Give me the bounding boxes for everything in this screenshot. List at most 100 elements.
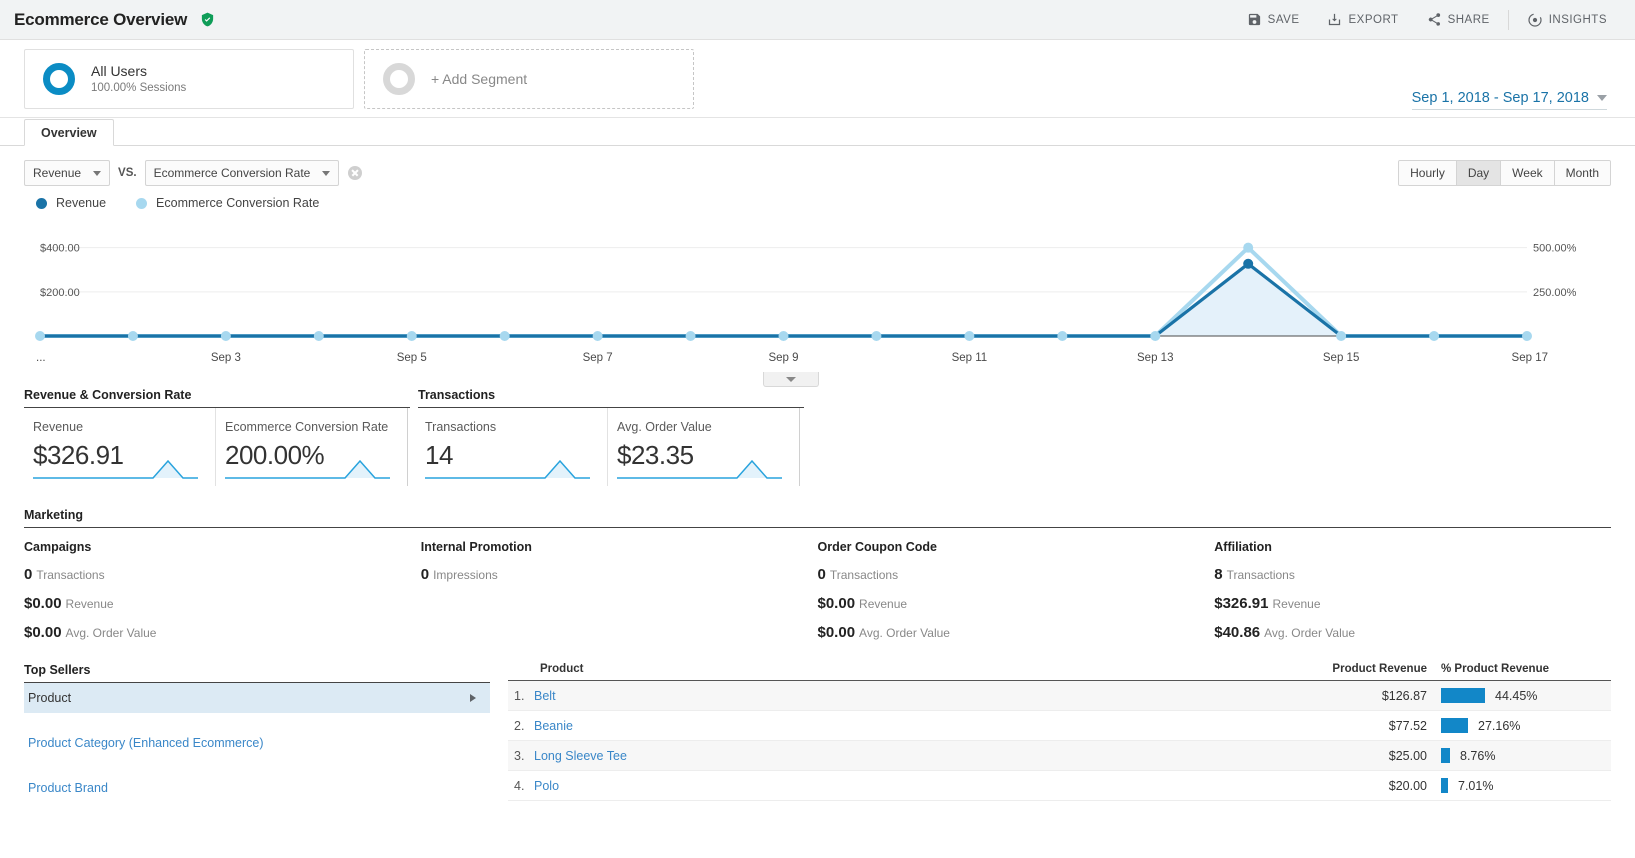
product-name-link[interactable]: Belt <box>534 689 1301 703</box>
table-row: 4. Polo $20.00 7.01% <box>508 771 1611 801</box>
row-index: 2. <box>514 718 525 733</box>
pct-value: 7.01% <box>1458 778 1494 793</box>
sparkline <box>225 459 390 479</box>
legend-item-revenue[interactable]: Revenue <box>36 196 106 210</box>
date-range-picker[interactable]: Sep 1, 2018 - Sep 17, 2018 <box>1411 90 1607 110</box>
top-header-bar: Ecommerce Overview SAVE EXPORT SHARE INS… <box>0 0 1635 40</box>
product-name-link[interactable]: Polo <box>534 779 1301 793</box>
marketing-grid: Campaigns 0 Transactions $0.00 Revenue $0.… <box>24 540 1611 641</box>
product-revenue: $126.87 <box>1381 688 1427 703</box>
svg-text:...: ... <box>36 352 46 364</box>
top-sellers-title: Top Sellers <box>24 663 490 683</box>
kpi-cards-row: Revenue $326.91 Ecommerce Conversion Rat… <box>0 408 1635 486</box>
marketing-section: Marketing Campaigns 0 Transactions $0.00 R… <box>0 508 1635 641</box>
legend-label-conversion-rate: Ecommerce Conversion Rate <box>156 196 320 210</box>
metric-a-dropdown[interactable]: Revenue <box>24 160 111 186</box>
svg-text:Sep 13: Sep 13 <box>1137 352 1173 364</box>
svg-text:Sep 17: Sep 17 <box>1512 352 1548 364</box>
kpi-card-transactions: Transactions 14 <box>416 408 608 486</box>
granularity-month[interactable]: Month <box>1554 161 1610 185</box>
pct-product-revenue: 8.76% <box>1441 748 1611 763</box>
header-actions: SAVE EXPORT SHARE INSIGHTS <box>1233 0 1621 40</box>
product-revenue: $25.00 <box>1388 748 1427 763</box>
legend-dot-icon <box>136 197 148 209</box>
marketing-col-title: Order Coupon Code <box>817 540 937 554</box>
sparkline <box>33 459 198 479</box>
top-sellers-item-label: Product Category (Enhanced Ecommerce) <box>28 736 264 750</box>
marketing-metric-value: $326.91 <box>1214 595 1269 612</box>
share-button[interactable]: SHARE <box>1413 0 1504 40</box>
kpi-section-titles: Revenue & Conversion Rate Transactions <box>0 388 1635 408</box>
granularity-hourly[interactable]: Hourly <box>1399 161 1457 185</box>
pct-product-revenue: 7.01% <box>1441 778 1611 793</box>
marketing-metric: $0.00 Revenue <box>24 595 421 612</box>
granularity-week[interactable]: Week <box>1501 161 1555 185</box>
segment-donut-icon <box>43 62 75 95</box>
product-name-link[interactable]: Beanie <box>534 719 1301 733</box>
header-divider <box>1507 9 1509 30</box>
svg-text:Sep 7: Sep 7 <box>583 352 613 364</box>
svg-text:Sep 5: Sep 5 <box>397 352 427 364</box>
column-header-pct-product-revenue[interactable]: % Product Revenue <box>1441 663 1611 675</box>
top-sellers-panel: Top Sellers Product Product Category (En… <box>24 663 490 803</box>
kpi-label: Ecommerce Conversion Rate <box>225 420 389 434</box>
top-sellers-item-label: Product <box>28 691 72 705</box>
add-segment-button[interactable]: + Add Segment <box>364 48 694 109</box>
granularity-selector: Hourly Day Week Month <box>1398 160 1611 186</box>
marketing-metric-label: Avg. Order Value <box>65 626 157 640</box>
top-sellers-item-product[interactable]: Product <box>24 683 490 713</box>
marketing-col-title: Campaigns <box>24 540 92 554</box>
marketing-col-title: Internal Promotion <box>420 540 532 554</box>
timeseries-chart[interactable]: $400.00 $200.00 500.00% 250.00%... Sep 3 Sep … <box>0 216 1635 387</box>
page-title-text: Ecommerce Overview <box>14 9 188 29</box>
section-title-marketing: Marketing <box>24 508 1611 528</box>
marketing-col-title: Affiliation <box>1214 540 1272 554</box>
insights-button[interactable]: INSIGHTS <box>1513 0 1621 40</box>
chart-collapse-handle[interactable] <box>763 372 819 387</box>
tab-overview[interactable]: Overview <box>24 119 114 146</box>
column-header-product[interactable]: Product <box>508 663 1301 675</box>
segment-name: All Users <box>91 63 148 79</box>
product-revenue: $20.00 <box>1388 778 1427 793</box>
segment-all-users[interactable]: All Users 100.00% Sessions <box>24 48 354 109</box>
pct-bar <box>1441 778 1448 793</box>
marketing-metric-value: $0.00 <box>817 595 856 612</box>
top-sellers-item-product-brand[interactable]: Product Brand <box>24 773 490 803</box>
marketing-metric: 8 Transactions <box>1214 566 1611 583</box>
marketing-metric-value: 0 <box>24 566 33 583</box>
chevron-down-icon <box>786 376 796 382</box>
row-index: 4. <box>514 778 525 793</box>
svg-text:$400.00: $400.00 <box>40 243 80 255</box>
table-row: 3. Long Sleeve Tee $25.00 8.76% <box>508 741 1611 771</box>
remove-metric-icon[interactable] <box>348 166 363 180</box>
legend-item-conversion-rate[interactable]: Ecommerce Conversion Rate <box>136 196 319 210</box>
export-button[interactable]: EXPORT <box>1313 0 1412 40</box>
marketing-metric-value: $0.00 <box>817 624 856 641</box>
pct-value: 27.16% <box>1478 718 1521 733</box>
sparkline <box>617 459 782 479</box>
export-icon <box>1327 12 1342 27</box>
marketing-metric: $0.00 Revenue <box>818 595 1215 612</box>
top-sellers-item-product-category[interactable]: Product Category (Enhanced Ecommerce) <box>24 728 490 758</box>
pct-bar <box>1441 718 1468 733</box>
add-segment-donut-icon <box>383 62 415 95</box>
product-name-link[interactable]: Long Sleeve Tee <box>534 749 1301 763</box>
marketing-metric-label: Avg. Order Value <box>1264 626 1356 640</box>
legend-dot-icon <box>36 197 47 209</box>
kpi-label: Avg. Order Value <box>617 420 712 434</box>
date-range-label: Sep 1, 2018 - Sep 17, 2018 <box>1411 90 1589 106</box>
save-button[interactable]: SAVE <box>1233 0 1314 40</box>
tab-strip: Overview <box>0 118 1635 146</box>
metric-b-dropdown[interactable]: Ecommerce Conversion Rate <box>144 160 340 186</box>
segment-sessions: 100.00% Sessions <box>91 82 187 94</box>
marketing-metric: 0 Impressions <box>421 566 818 583</box>
row-index: 1. <box>514 688 525 703</box>
save-icon <box>1247 12 1262 27</box>
save-label: SAVE <box>1267 13 1300 26</box>
marketing-metric: $0.00 Avg. Order Value <box>24 624 421 641</box>
granularity-day[interactable]: Day <box>1456 161 1502 185</box>
pct-product-revenue: 27.16% <box>1441 718 1611 733</box>
marketing-metric-label: Revenue <box>1272 597 1321 611</box>
column-header-product-revenue[interactable]: Product Revenue <box>1301 663 1441 675</box>
marketing-metric-value: $0.00 <box>24 595 62 612</box>
